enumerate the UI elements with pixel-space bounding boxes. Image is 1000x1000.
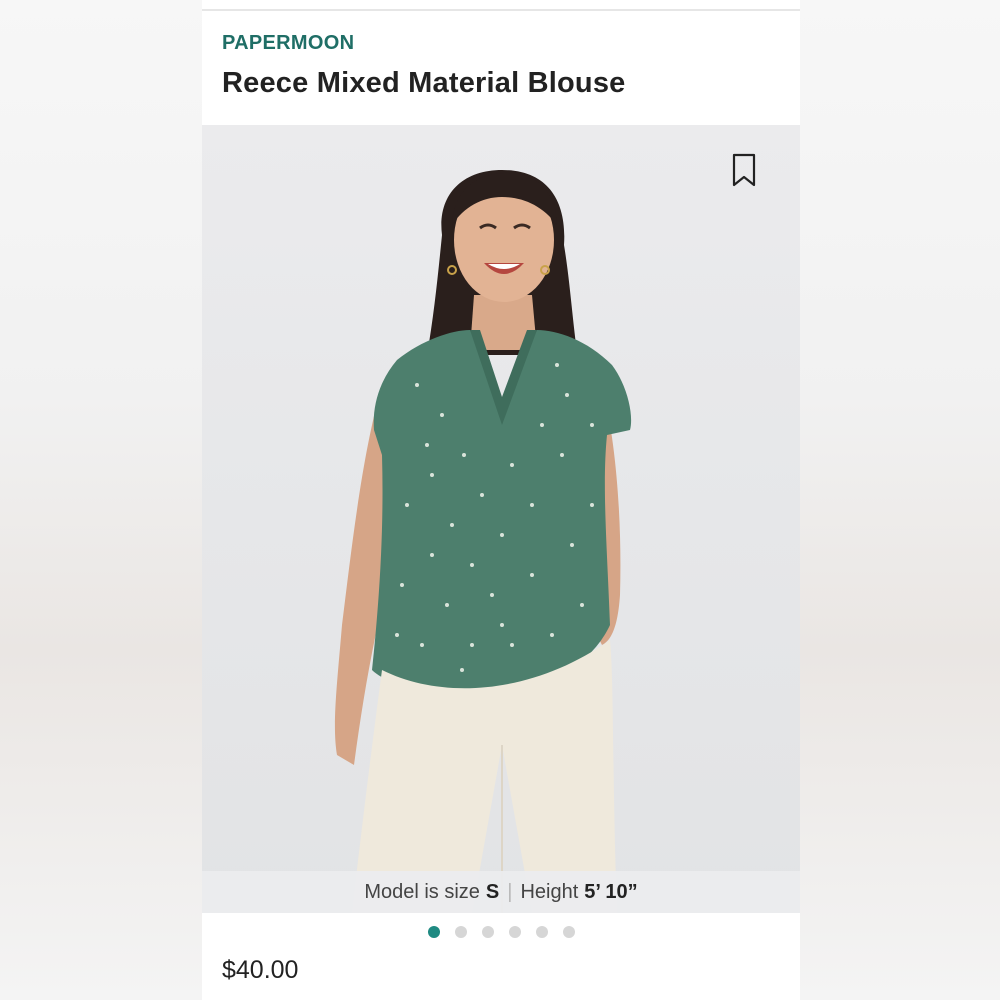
carousel-dot[interactable] [454, 926, 467, 938]
model-photo [334, 170, 632, 913]
brand-name[interactable]: PAPERMOON [222, 32, 354, 55]
bookmark-icon[interactable] [730, 153, 758, 187]
model-height-value: 5’ 10” [584, 880, 638, 903]
carousel-dot[interactable] [427, 926, 440, 938]
carousel-dot[interactable] [562, 926, 575, 938]
model-size-info: Model is size S | Height 5’ 10” [202, 871, 800, 913]
divider [202, 9, 800, 11]
product-title: Reece Mixed Material Blouse [222, 67, 626, 99]
model-height-label: Height [520, 880, 579, 903]
carousel-dot[interactable] [508, 926, 521, 938]
carousel-dot[interactable] [481, 926, 494, 938]
backdrop-right [800, 0, 1000, 1000]
model-size-label: Model is size [364, 880, 480, 903]
carousel-indicator [202, 926, 800, 940]
carousel-dot[interactable] [535, 926, 548, 938]
product-price: $40.00 [222, 956, 299, 984]
backdrop-left [0, 0, 202, 1000]
product-card: PAPERMOON Reece Mixed Material Blouse Mo… [202, 0, 800, 1000]
separator: | [507, 880, 513, 903]
model-size-value: S [485, 880, 500, 903]
product-image[interactable]: Model is size S | Height 5’ 10” [202, 125, 800, 913]
